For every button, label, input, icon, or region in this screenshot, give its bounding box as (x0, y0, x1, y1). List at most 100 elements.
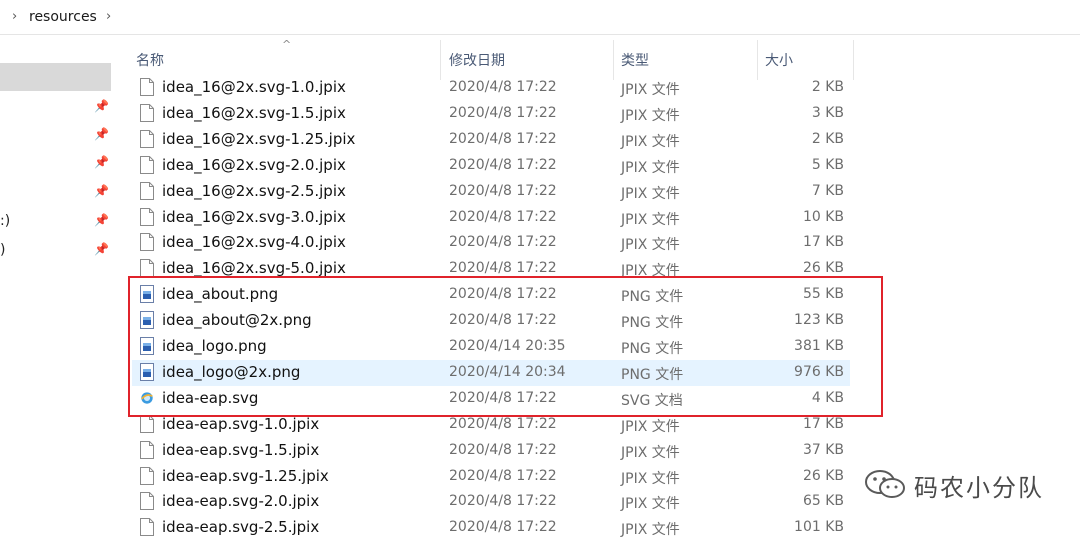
chevron-right-icon[interactable]: › (12, 9, 17, 24)
column-divider[interactable] (757, 40, 758, 80)
file-size: 26 KB (802, 468, 844, 484)
file-row[interactable]: idea_16@2x.svg-1.25.jpix 2020/4/8 17:22 JP… (132, 127, 850, 153)
pin-icon[interactable]: 📌 (94, 242, 109, 256)
chevron-right-icon[interactable]: › (106, 9, 111, 24)
generic-file-icon (140, 441, 154, 459)
generic-file-icon (140, 415, 154, 433)
file-type: JPIX 文件 (621, 108, 680, 124)
file-modified-date: 2020/4/8 17:22 (449, 416, 557, 432)
file-name[interactable]: idea-eap.svg-1.25.jpix (162, 467, 329, 485)
generic-file-icon (140, 259, 154, 277)
watermark: 码农小分队 (862, 466, 1062, 502)
column-divider[interactable] (440, 40, 441, 80)
address-bar[interactable]: › resources › (0, 0, 1080, 35)
column-header-type[interactable]: 类型 (621, 50, 649, 70)
file-row[interactable]: idea_16@2x.svg-2.5.jpix 2020/4/8 17:22 JPI… (132, 179, 850, 205)
file-size: 37 KB (802, 442, 844, 458)
pin-icon[interactable]: 📌 (94, 184, 109, 198)
file-type: JPIX 文件 (621, 82, 680, 98)
pin-icon[interactable]: 📌 (94, 127, 109, 141)
file-modified-date: 2020/4/8 17:22 (449, 105, 557, 121)
file-row[interactable]: idea-eap.svg-2.0.jpix 2020/4/8 17:22 JPIX … (132, 489, 850, 515)
file-name[interactable]: idea-eap.svg-2.0.jpix (162, 492, 319, 510)
file-row[interactable]: idea-eap.svg-2.5.jpix 2020/4/8 17:22 JPIX … (132, 515, 850, 541)
file-size: 7 KB (811, 183, 844, 199)
file-row[interactable]: idea-eap.svg-1.5.jpix 2020/4/8 17:22 JPIX … (132, 438, 850, 464)
file-type: JPIX 文件 (621, 186, 680, 202)
file-name[interactable]: idea_16@2x.svg-1.0.jpix (162, 78, 346, 96)
file-modified-date: 2020/4/8 17:22 (449, 519, 557, 535)
generic-file-icon (140, 78, 154, 96)
file-size: 10 KB (802, 209, 844, 225)
file-type: JPIX 文件 (621, 212, 680, 228)
file-size: 2 KB (811, 131, 844, 147)
sort-ascending-icon: ^ (282, 38, 292, 51)
file-modified-date: 2020/4/8 17:22 (449, 209, 557, 225)
file-modified-date: 2020/4/8 17:22 (449, 234, 557, 250)
column-divider[interactable] (853, 40, 854, 80)
file-modified-date: 2020/4/8 17:22 (449, 183, 557, 199)
file-name[interactable]: idea_16@2x.svg-2.5.jpix (162, 182, 346, 200)
file-row[interactable]: idea_16@2x.svg-4.0.jpix 2020/4/8 17:22 JPI… (132, 230, 850, 256)
file-name[interactable]: idea_16@2x.svg-1.25.jpix (162, 130, 355, 148)
file-size: 3 KB (811, 105, 844, 121)
file-modified-date: 2020/4/8 17:22 (449, 442, 557, 458)
file-name[interactable]: idea_16@2x.svg-1.5.jpix (162, 104, 346, 122)
generic-file-icon (140, 467, 154, 485)
column-divider[interactable] (613, 40, 614, 80)
generic-file-icon (140, 492, 154, 510)
file-type: JPIX 文件 (621, 237, 680, 253)
file-name[interactable]: idea_16@2x.svg-2.0.jpix (162, 156, 346, 174)
file-name[interactable]: idea-eap.svg-2.5.jpix (162, 518, 319, 536)
file-name[interactable]: idea_16@2x.svg-5.0.jpix (162, 259, 346, 277)
file-type: JPIX 文件 (621, 445, 680, 461)
file-type: JPIX 文件 (621, 522, 680, 538)
file-modified-date: 2020/4/8 17:22 (449, 493, 557, 509)
file-row[interactable]: idea_16@2x.svg-3.0.jpix 2020/4/8 17:22 JPI… (132, 205, 850, 231)
column-header-date[interactable]: 修改日期 (449, 50, 505, 70)
pin-icon[interactable]: 📌 (94, 99, 109, 113)
file-name[interactable]: idea_16@2x.svg-3.0.jpix (162, 208, 346, 226)
file-modified-date: 2020/4/8 17:22 (449, 468, 557, 484)
pin-icon[interactable]: 📌 (94, 213, 109, 227)
file-type: JPIX 文件 (621, 160, 680, 176)
file-size: 5 KB (811, 157, 844, 173)
highlight-box (128, 276, 883, 417)
file-name[interactable]: idea_16@2x.svg-4.0.jpix (162, 233, 346, 251)
file-modified-date: 2020/4/8 17:22 (449, 260, 557, 276)
file-modified-date: 2020/4/8 17:22 (449, 131, 557, 147)
file-name[interactable]: idea-eap.svg-1.5.jpix (162, 441, 319, 459)
file-type: JPIX 文件 (621, 496, 680, 512)
watermark-text: 码农小分队 (914, 474, 1044, 502)
file-row[interactable]: idea-eap.svg-1.25.jpix 2020/4/8 17:22 JPIX… (132, 464, 850, 490)
file-size: 17 KB (802, 234, 844, 250)
navigation-pane: 📌 📌 📌 📌 📌 📌 :) ) (0, 35, 115, 529)
generic-file-icon (140, 518, 154, 536)
file-type: JPIX 文件 (621, 471, 680, 487)
file-size: 26 KB (802, 260, 844, 276)
pin-icon[interactable]: 📌 (94, 155, 109, 169)
generic-file-icon (140, 156, 154, 174)
file-row[interactable]: idea_16@2x.svg-1.0.jpix 2020/4/8 17:22 JPI… (132, 75, 850, 101)
file-size: 2 KB (811, 79, 844, 95)
generic-file-icon (140, 233, 154, 251)
file-size: 101 KB (794, 519, 844, 535)
file-row[interactable]: idea_16@2x.svg-2.0.jpix 2020/4/8 17:22 JPI… (132, 153, 850, 179)
nav-item-label[interactable]: :) (0, 213, 10, 229)
column-header-name[interactable]: 名称 (136, 50, 164, 70)
nav-selected-item[interactable] (0, 63, 111, 91)
file-size: 65 KB (802, 493, 844, 509)
wechat-icon (865, 470, 905, 498)
nav-item-label[interactable]: ) (0, 242, 5, 258)
generic-file-icon (140, 208, 154, 226)
generic-file-icon (140, 130, 154, 148)
file-modified-date: 2020/4/8 17:22 (449, 79, 557, 95)
breadcrumb-resources[interactable]: resources (29, 9, 97, 25)
generic-file-icon (140, 182, 154, 200)
file-row[interactable]: idea_16@2x.svg-1.5.jpix 2020/4/8 17:22 JPI… (132, 101, 850, 127)
column-header-size[interactable]: 大小 (765, 50, 793, 70)
file-type: JPIX 文件 (621, 134, 680, 150)
file-modified-date: 2020/4/8 17:22 (449, 157, 557, 173)
generic-file-icon (140, 104, 154, 122)
file-name[interactable]: idea-eap.svg-1.0.jpix (162, 415, 319, 433)
